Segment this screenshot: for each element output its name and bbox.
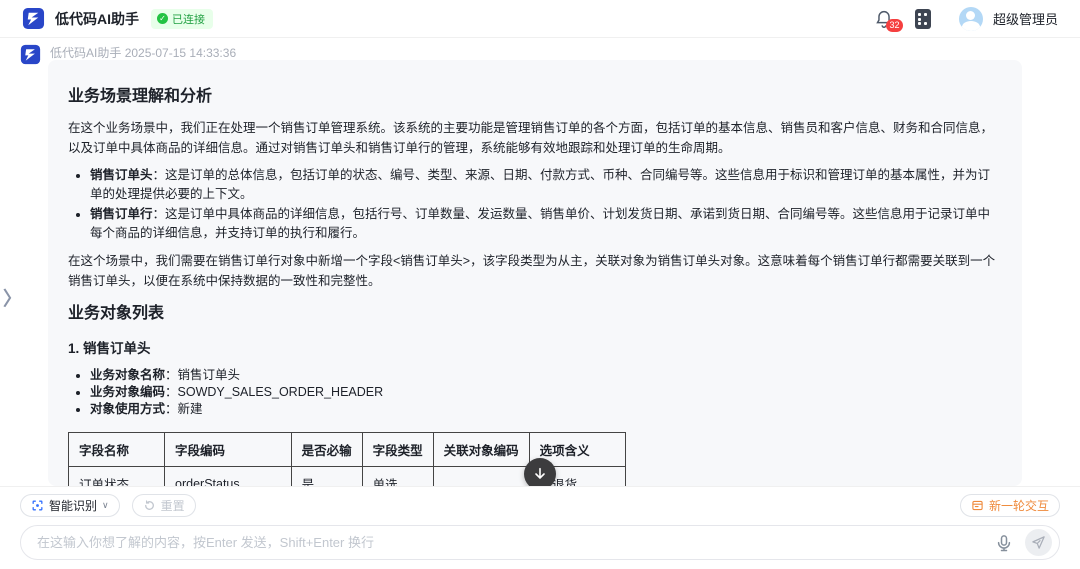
reset-label: 重置: [161, 497, 185, 514]
col-header: 字段名称: [69, 433, 165, 467]
object-title: 1. 销售订单头: [68, 337, 1002, 357]
arrow-down-icon: [532, 466, 548, 482]
user-avatar[interactable]: [959, 7, 983, 31]
assistant-message-bubble: 业务场景理解和分析 在这个业务场景中，我们正在处理一个销售订单管理系统。该系统的…: [48, 60, 1022, 486]
term-desc: ：销售订单头: [165, 368, 240, 382]
requirement-paragraph: 在这个场景中，我们需要在销售订单行对象中新增一个字段<销售订单头>，该字段类型为…: [68, 251, 1002, 291]
table-cell: 订单状态: [69, 467, 165, 487]
chat-input-row: [20, 525, 1060, 560]
microphone-button[interactable]: [994, 533, 1014, 553]
composer-footer: 智能识别 ∨ 重置 新一轮交互: [0, 486, 1080, 569]
user-name: 超级管理员: [993, 9, 1058, 28]
message-sender: 低代码AI助手: [50, 46, 121, 60]
section-title-object-list: 业务对象列表: [68, 299, 1002, 323]
col-header: 字段编码: [165, 433, 292, 467]
new-round-icon: [971, 499, 984, 512]
new-round-label: 新一轮交互: [989, 497, 1049, 514]
list-item: 销售订单头：这是订单的总体信息，包括订单的状态、编号、类型、来源、日期、付款方式…: [90, 166, 1002, 204]
connection-status-badge: ✓ 已连接: [151, 9, 213, 29]
term-label: 业务对象名称: [90, 368, 165, 382]
chevron-down-icon: ∨: [102, 500, 109, 511]
term-desc: ：这是订单中具体商品的详细信息，包括行号、订单数量、发运数量、销售单价、计划发货…: [90, 207, 990, 240]
composer-toolbar: 智能识别 ∨ 重置 新一轮交互: [0, 492, 1080, 518]
check-icon: ✓: [157, 13, 168, 24]
message-meta: 低代码AI助手 2025-07-15 14:33:36: [50, 44, 236, 61]
table-cell: orderStatus: [165, 467, 292, 487]
send-icon: [1031, 535, 1046, 550]
list-item: 业务对象编码：SOWDY_SALES_ORDER_HEADER: [90, 384, 1002, 401]
term-desc: ：SOWDY_SALES_ORDER_HEADER: [165, 385, 383, 399]
smart-recognition-label: 智能识别: [49, 497, 97, 514]
term-desc: ：新建: [165, 402, 203, 416]
term-label: 销售订单行: [90, 207, 153, 221]
reset-icon: [143, 499, 156, 512]
object-attribute-list: 业务对象名称：销售订单头 业务对象编码：SOWDY_SALES_ORDER_HE…: [90, 367, 1002, 418]
assistant-avatar-icon: [20, 44, 41, 65]
order-description-list: 销售订单头：这是订单的总体信息，包括订单的状态、编号、类型、来源、日期、付款方式…: [90, 166, 1002, 243]
message-timestamp: 2025-07-15 14:33:36: [125, 46, 236, 60]
top-header: 低代码AI助手 ✓ 已连接 32 超级管理员: [0, 0, 1080, 38]
qr-code-icon[interactable]: [915, 9, 931, 29]
microphone-icon: [994, 533, 1014, 553]
chat-input[interactable]: [20, 525, 1060, 560]
app-logo-icon: [22, 7, 45, 30]
col-header: 关联对象编码: [433, 433, 529, 467]
smart-recognition-button[interactable]: 智能识别 ∨: [20, 494, 120, 517]
analysis-paragraph: 在这个业务场景中，我们正在处理一个销售订单管理系统。该系统的主要功能是管理销售订…: [68, 118, 1002, 158]
app-title: 低代码AI助手: [55, 9, 139, 29]
list-item: 对象使用方式：新建: [90, 401, 1002, 418]
reset-button[interactable]: 重置: [132, 494, 196, 517]
list-item: 业务对象名称：销售订单头: [90, 367, 1002, 384]
term-label: 销售订单头: [90, 168, 153, 182]
section-title-analysis: 业务场景理解和分析: [68, 82, 1002, 106]
new-round-button[interactable]: 新一轮交互: [960, 494, 1060, 517]
scan-icon: [31, 499, 44, 512]
notification-count-badge: 32: [886, 19, 903, 32]
term-desc: ：这是订单的总体信息，包括订单的状态、编号、类型、来源、日期、付款方式、币种、合…: [90, 168, 990, 201]
term-label: 业务对象编码: [90, 385, 165, 399]
notification-bell-button[interactable]: 32: [873, 8, 895, 30]
connection-status-text: 已连接: [172, 11, 205, 27]
term-label: 对象使用方式: [90, 402, 165, 416]
list-item: 销售订单行：这是订单中具体商品的详细信息，包括行号、订单数量、发运数量、销售单价…: [90, 205, 1002, 243]
col-header: 是否必输: [291, 433, 362, 467]
table-cell: [433, 467, 529, 487]
col-header: 字段类型: [362, 433, 433, 467]
sidebar-expand-chevron-icon[interactable]: 〉: [3, 284, 22, 311]
table-cell: 单选: [362, 467, 433, 487]
table-cell: 是: [291, 467, 362, 487]
send-button[interactable]: [1025, 529, 1052, 556]
